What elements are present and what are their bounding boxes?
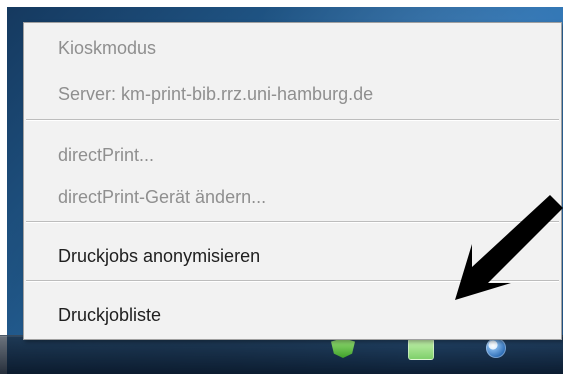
menu-item-anonymize-print-jobs[interactable]: Druckjobs anonymisieren bbox=[58, 247, 260, 265]
arrow-icon bbox=[455, 195, 563, 300]
menu-separator-1 bbox=[26, 119, 559, 120]
menu-item-kioskmodus: Kioskmodus bbox=[58, 38, 157, 58]
taskbar bbox=[0, 335, 563, 374]
printer-icon[interactable] bbox=[408, 338, 434, 360]
menu-item-directprint: directPrint... bbox=[58, 145, 155, 165]
globe-icon[interactable] bbox=[486, 338, 506, 358]
menu-item-print-job-list[interactable]: Druckjobliste bbox=[58, 306, 161, 324]
menu-item-server: Server: km-print-bib.rrz.uni-hamburg.de bbox=[58, 84, 374, 104]
menu-item-change-directprint-device: directPrint-Gerät ändern... bbox=[58, 187, 267, 207]
